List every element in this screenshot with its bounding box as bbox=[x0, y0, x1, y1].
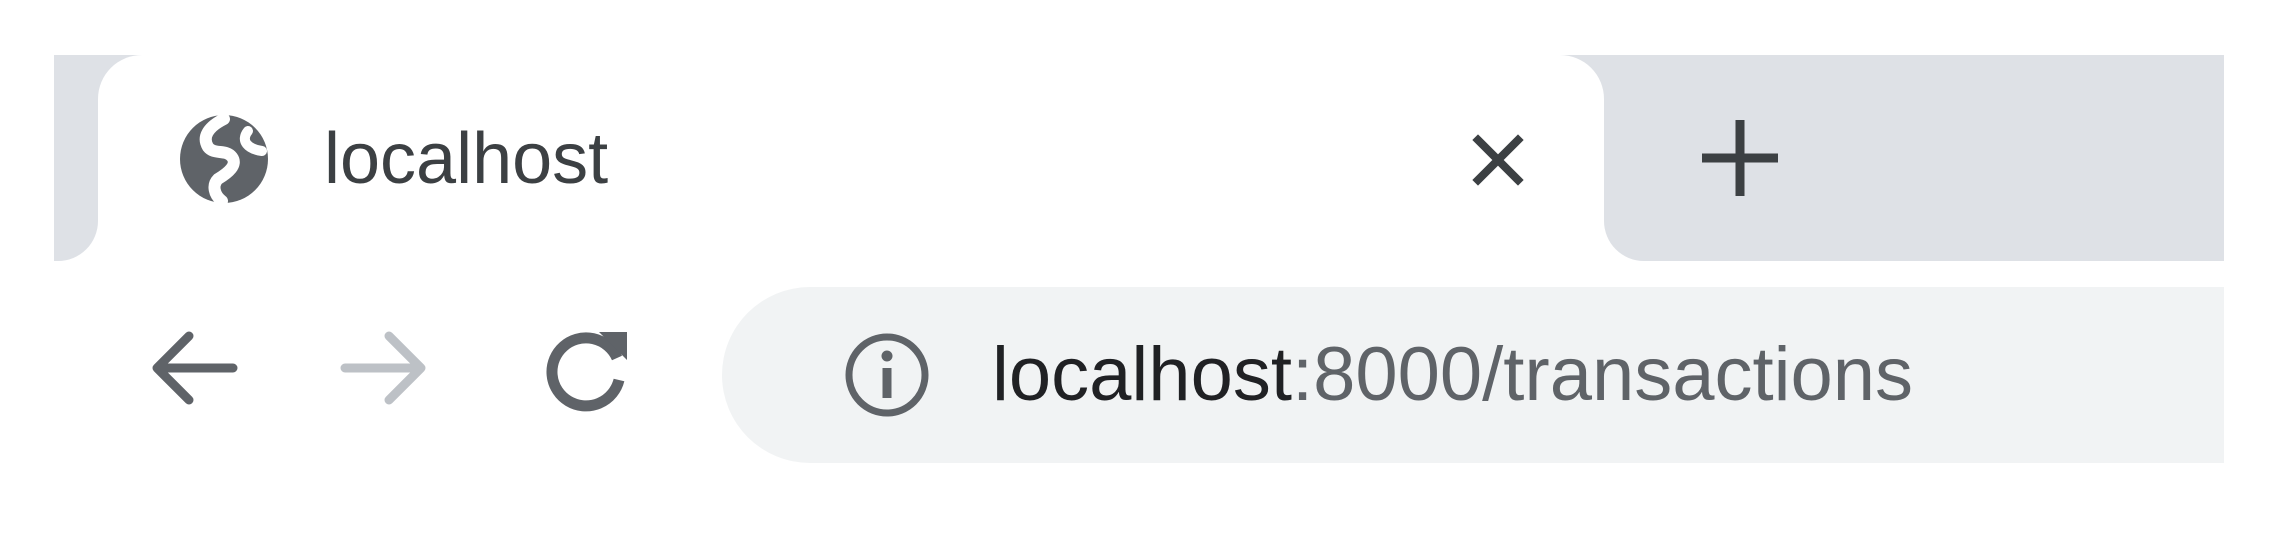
plus-icon bbox=[1698, 116, 1782, 205]
back-button[interactable] bbox=[138, 315, 248, 425]
tab-localhost[interactable]: localhost bbox=[98, 55, 1604, 275]
new-tab-button[interactable] bbox=[1690, 110, 1790, 210]
arrow-left-icon bbox=[145, 320, 241, 421]
url-host: localhost bbox=[992, 332, 1292, 417]
address-bar[interactable]: localhost:8000/transactions bbox=[722, 287, 2224, 463]
url-path: :8000/transactions bbox=[1291, 332, 1914, 417]
arrow-right-icon bbox=[337, 320, 433, 421]
reload-icon bbox=[539, 320, 635, 421]
url-text[interactable]: localhost:8000/transactions bbox=[992, 325, 1913, 425]
toolbar: localhost:8000/transactions bbox=[54, 275, 2224, 475]
globe-icon bbox=[178, 113, 270, 207]
reload-button[interactable] bbox=[532, 315, 642, 425]
tab-title: localhost bbox=[324, 119, 609, 199]
forward-button[interactable] bbox=[330, 315, 440, 425]
close-icon[interactable] bbox=[1456, 118, 1540, 202]
browser-window: localhost localhost:8000/transactions bbox=[0, 0, 2289, 534]
info-icon[interactable] bbox=[844, 332, 930, 418]
